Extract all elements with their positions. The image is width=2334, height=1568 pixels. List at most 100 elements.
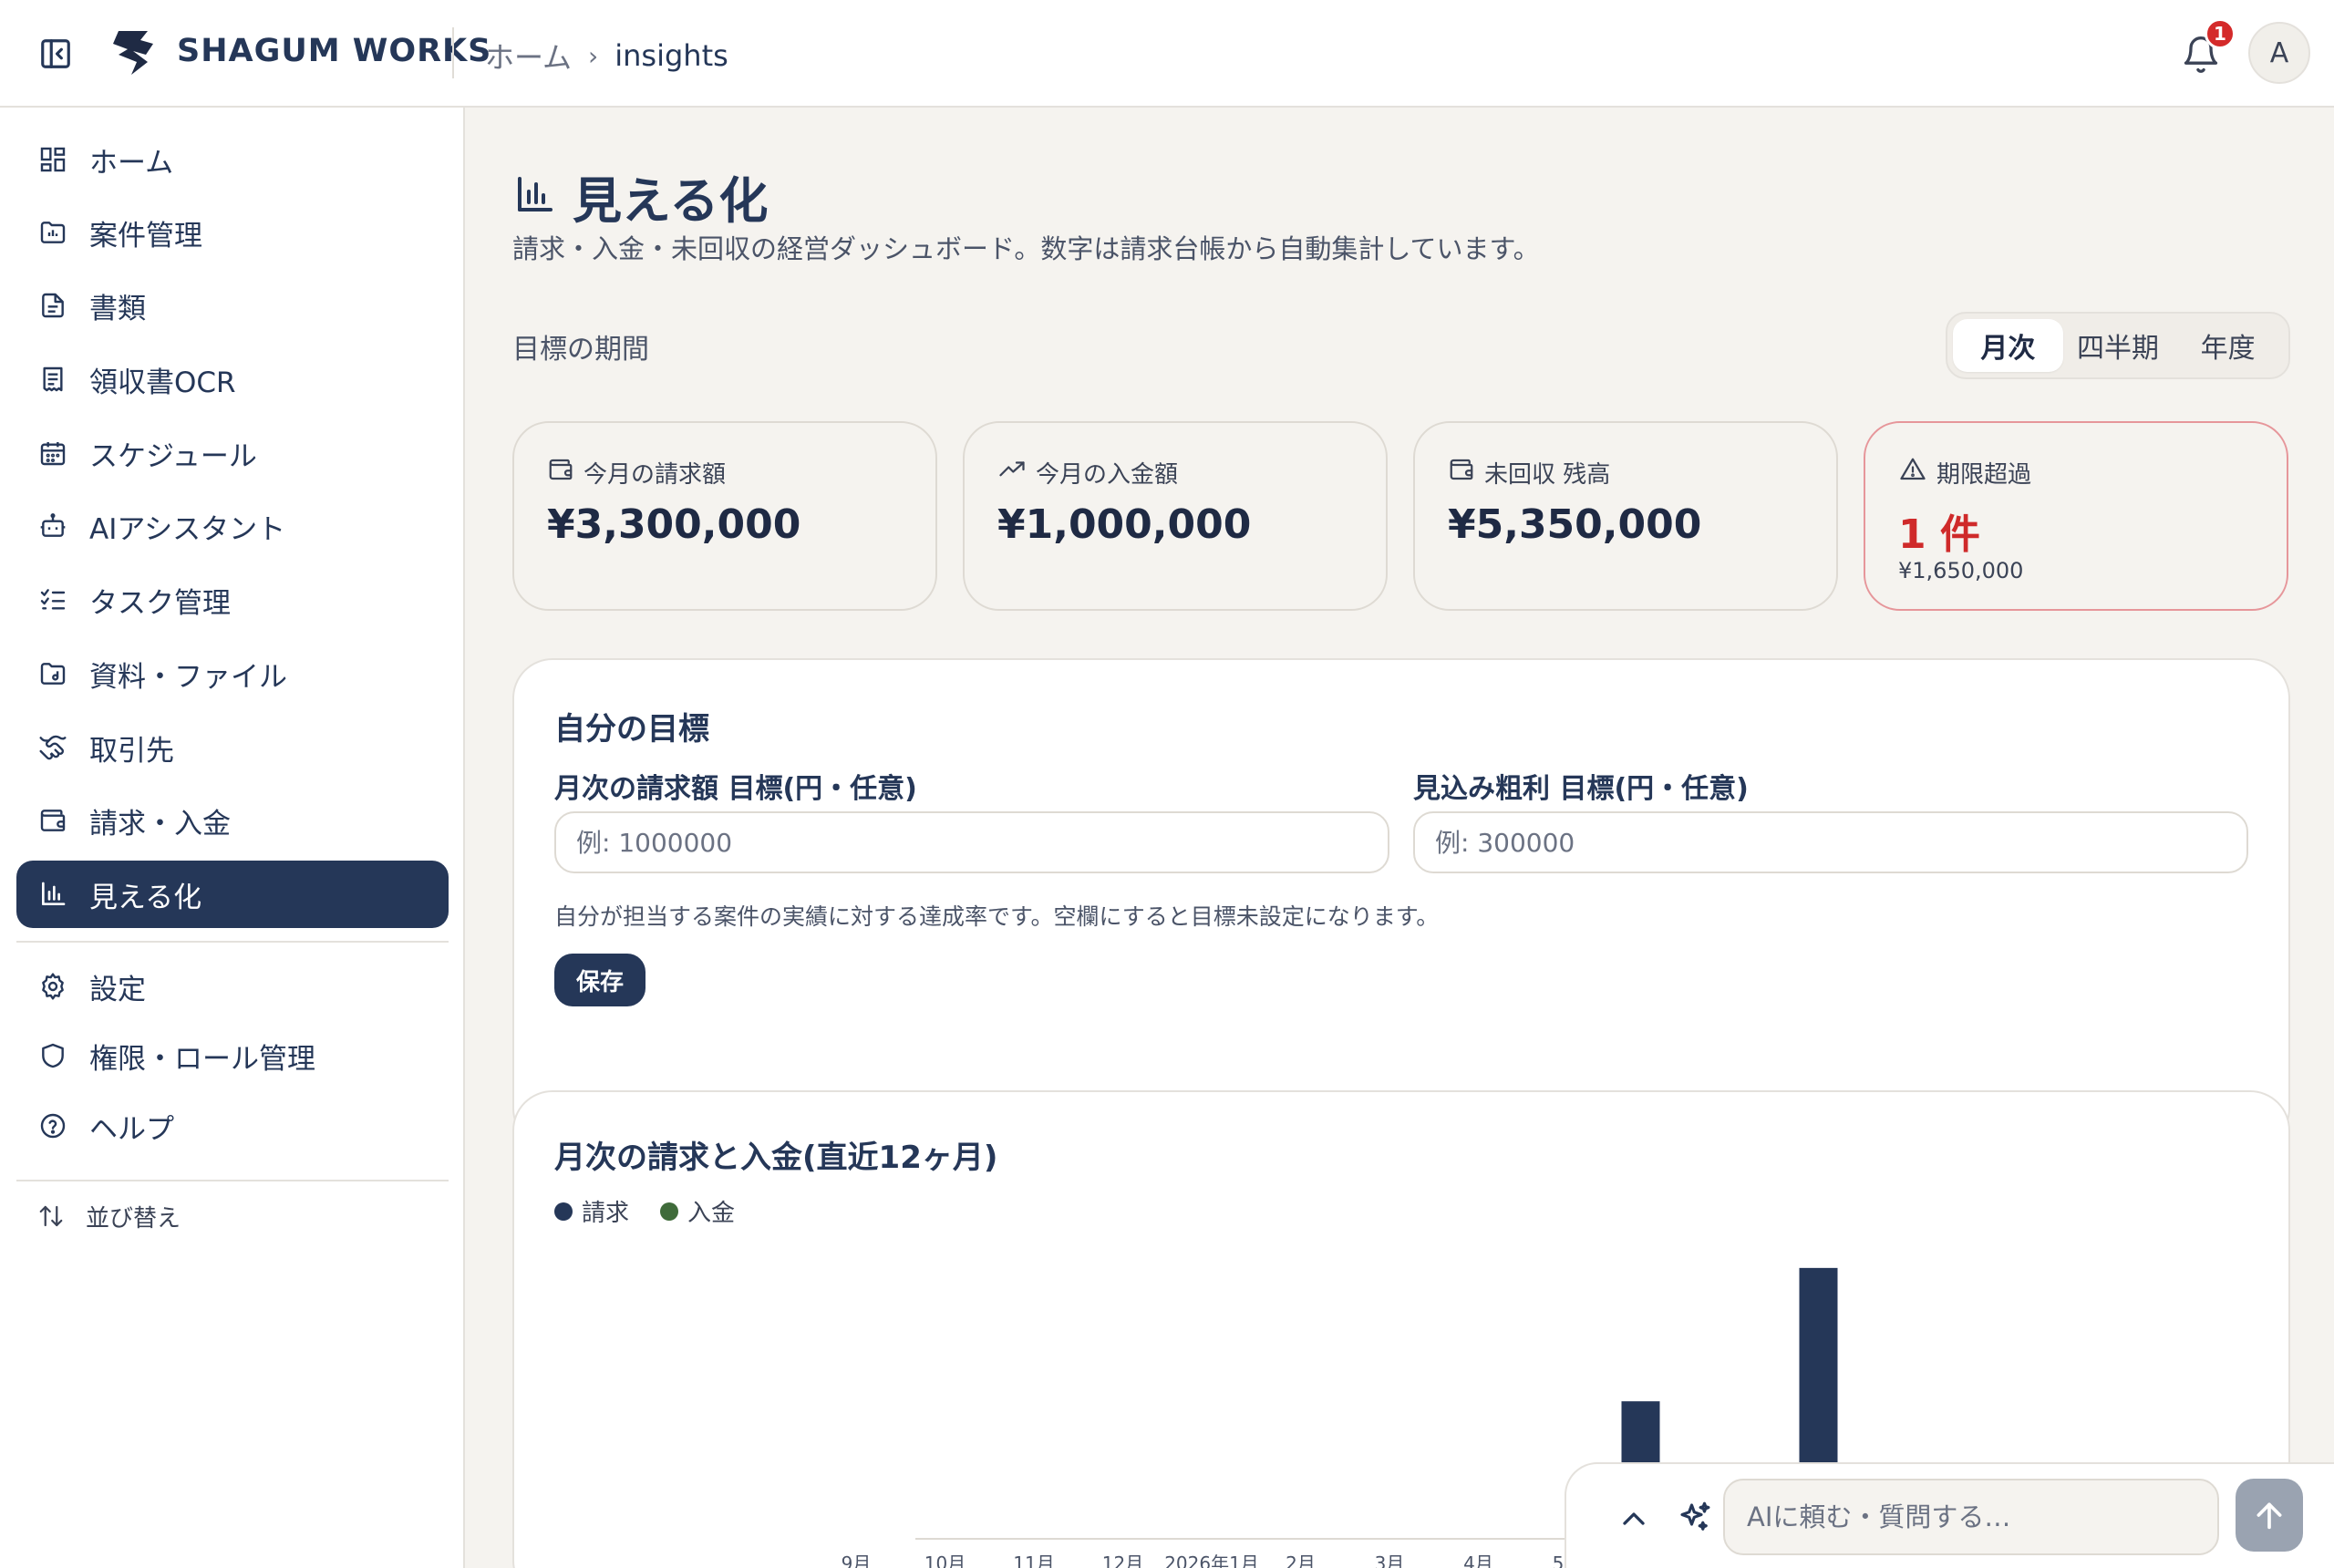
sidebar-item-label: 請求・入金 [89, 807, 231, 841]
sidebar-item-ai-assistant[interactable]: AIアシスタント [16, 492, 449, 560]
kpi-card-overdue: 期限超過 1 件 ¥1,650,000 [1864, 421, 2288, 611]
sidebar-toggle-icon[interactable] [36, 35, 75, 73]
bar-chart-icon [35, 876, 71, 913]
sidebar-item-label: 権限・ロール管理 [89, 1042, 315, 1076]
sidebar-item-home[interactable]: ホーム [16, 126, 449, 193]
calendar-icon [35, 435, 71, 471]
kpi-label: 今月の請求額 [584, 461, 727, 489]
bot-icon [35, 508, 71, 544]
sidebar-item-label: 資料・ファイル [89, 660, 287, 694]
billing-goal-label: 月次の請求額 目標(円・任意) [554, 773, 917, 805]
sidebar-item-label: ヘルプ [89, 1112, 174, 1146]
top-header: SHAGUM WORKS ホーム › insights 1 A [0, 0, 2334, 108]
sort-arrows-icon [35, 1200, 67, 1233]
period-label: 目標の期間 [512, 334, 649, 366]
period-option-monthly[interactable]: 月次 [1953, 319, 2063, 372]
ai-dock [1565, 1462, 2334, 1568]
dashboard-grid-icon [35, 141, 71, 178]
kpi-label: 未回収 残高 [1484, 461, 1611, 489]
x-tick-label: 3月 [1375, 1553, 1405, 1568]
kpi-header: 今月の請求額 [547, 456, 726, 490]
ai-prompt-input[interactable] [1723, 1479, 2219, 1555]
sidebar-item-clients[interactable]: 取引先 [16, 714, 449, 781]
sidebar-item-schedule[interactable]: スケジュール [16, 419, 449, 487]
goals-card: 自分の目標 月次の請求額 目標(円・任意) 見込み粗利 目標(円・任意) 自分が… [512, 658, 2290, 1149]
x-tick-label: 2月 [1286, 1553, 1316, 1568]
kpi-header: 今月の入金額 [997, 456, 1178, 490]
x-tick-label: 9月 [842, 1553, 872, 1568]
margin-goal-label: 見込み粗利 目標(円・任意) [1413, 773, 1749, 805]
main-content: 見える化 請求・入金・未回収の経営ダッシュボード。数字は請求台帳から自動集計して… [467, 108, 2334, 1568]
folder-chart-icon [35, 214, 71, 251]
sidebar-item-label: 書類 [89, 292, 146, 325]
sidebar-item-tasks[interactable]: タスク管理 [16, 566, 449, 634]
sidebar-item-settings[interactable]: 設定 [16, 953, 449, 1020]
sidebar-item-label: 領収書OCR [89, 366, 236, 399]
trending-up-icon [997, 456, 1027, 490]
x-tick-label: 2026年1月 [1164, 1553, 1259, 1568]
breadcrumb-current: insights [614, 38, 728, 73]
sidebar-item-label: 案件管理 [89, 219, 202, 253]
brand-logo-icon [106, 27, 160, 78]
notification-badge: 1 [2205, 18, 2236, 49]
kpi-header: 未回収 残高 [1448, 456, 1610, 490]
sidebar-item-documents[interactable]: 書類 [16, 272, 449, 339]
arrow-up-icon [2257, 1502, 2282, 1530]
chevron-right-icon: › [588, 40, 599, 71]
sidebar-sort-button[interactable]: 並び替え [16, 1191, 449, 1242]
kpi-card-outstanding: 未回収 残高 ¥5,350,000 [1413, 421, 1838, 611]
page-title: 見える化 [573, 172, 769, 230]
breadcrumb: ホーム › insights [485, 35, 728, 77]
goals-note: 自分が担当する案件の実績に対する達成率です。空欄にすると目標未設定になります。 [554, 903, 1440, 930]
page-subtitle: 請求・入金・未回収の経営ダッシュボード。数字は請求台帳から自動集計しています。 [512, 233, 1540, 264]
gear-icon [35, 968, 71, 1005]
billing-goal-input[interactable] [554, 811, 1389, 873]
x-tick-label: 4月 [1463, 1553, 1493, 1568]
sidebar-item-label: 設定 [89, 973, 146, 1006]
sidebar-item-receipt-ocr[interactable]: 領収書OCR [16, 346, 449, 413]
sparkles-icon [1676, 1499, 1714, 1537]
kpi-card-payments: 今月の入金額 ¥1,000,000 [963, 421, 1388, 611]
warning-icon [1898, 456, 1927, 490]
user-avatar[interactable]: A [2248, 22, 2310, 84]
save-button[interactable]: 保存 [554, 954, 645, 1006]
goals-title: 自分の目標 [554, 711, 709, 748]
kpi-header: 期限超過 [1898, 456, 2031, 490]
page-title-row: 見える化 [512, 160, 768, 232]
sidebar-item-roles[interactable]: 権限・ロール管理 [16, 1022, 449, 1089]
kpi-card-billing: 今月の請求額 ¥3,300,000 [512, 421, 937, 611]
help-icon [35, 1108, 71, 1144]
period-option-yearly[interactable]: 年度 [2173, 319, 2283, 372]
wallet-icon [547, 456, 574, 490]
kpi-value: ¥1,000,000 [997, 501, 1252, 548]
x-tick-label: 12月 [1102, 1553, 1143, 1568]
sidebar-item-label: AIアシスタント [89, 512, 286, 546]
sidebar-item-label: ホーム [89, 146, 174, 180]
kpi-label: 今月の入金額 [1036, 461, 1179, 489]
sidebar-item-files[interactable]: 資料・ファイル [16, 640, 449, 707]
sidebar-divider [16, 941, 449, 943]
kpi-label: 期限超過 [1936, 461, 2032, 489]
bar-chart-icon [512, 173, 556, 221]
margin-goal-input[interactable] [1413, 811, 2248, 873]
chevron-up-icon[interactable] [1616, 1501, 1652, 1537]
sidebar-item-label: 見える化 [89, 881, 202, 914]
sidebar-item-label: スケジュール [89, 439, 257, 473]
sidebar-item-label: タスク管理 [89, 586, 231, 620]
brand-name: SHAGUM WORKS [177, 33, 492, 69]
breadcrumb-home-link[interactable]: ホーム [485, 35, 572, 77]
sidebar-item-insights[interactable]: 見える化 [16, 861, 449, 928]
checklist-icon [35, 582, 71, 618]
sidebar-item-help[interactable]: ヘルプ [16, 1092, 449, 1160]
receipt-icon [35, 361, 71, 397]
sidebar: ホーム 案件管理 書類 領収書OCR スケジュール AIアシスタント タスク管理… [0, 108, 465, 1568]
wallet-icon [35, 802, 71, 839]
sidebar-item-projects[interactable]: 案件管理 [16, 199, 449, 266]
period-option-quarterly[interactable]: 四半期 [2063, 319, 2174, 372]
kpi-value: ¥3,300,000 [547, 501, 801, 548]
header-divider [452, 27, 454, 78]
send-button[interactable] [2236, 1479, 2303, 1552]
sidebar-item-billing[interactable]: 請求・入金 [16, 787, 449, 854]
handshake-icon [35, 729, 71, 766]
period-selector: 月次 四半期 年度 [1946, 312, 2290, 379]
